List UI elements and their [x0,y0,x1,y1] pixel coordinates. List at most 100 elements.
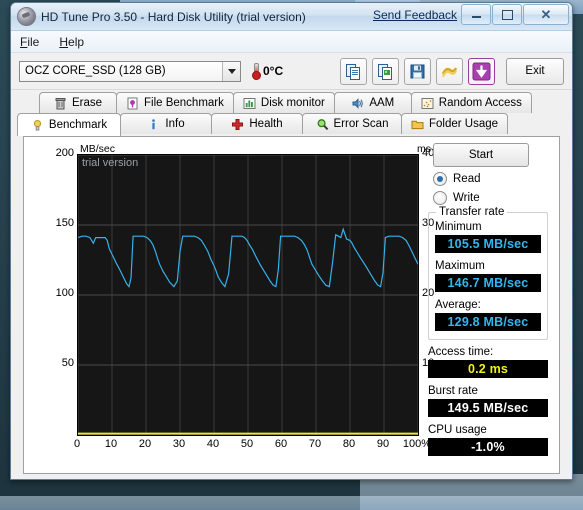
chart-xtick: 30 [172,438,186,450]
chart-xtick: 70 [308,438,322,450]
transfer-rate-group: Transfer rate Minimum 105.5 MB/sec Maxim… [428,206,548,340]
radio-write-indicator [433,191,447,205]
metric-average: Average: 129.8 MB/sec [435,299,541,331]
metric-access-time-value: 0.2 ms [428,360,548,378]
bulb-icon [31,119,44,132]
metric-access-time: Access time: 0.2 ms [428,346,548,378]
metric-burst-rate: Burst rate 149.5 MB/sec [428,385,548,417]
radio-read-label: Read [453,173,481,185]
application-window: HD Tune Pro 3.50 - Hard Disk Utility (tr… [10,2,573,480]
menu-item-file[interactable]: File [20,35,39,49]
chart-xtick: 10 [104,438,118,450]
thermometer-icon [252,62,261,80]
exit-button[interactable]: Exit [506,57,564,85]
download-arrow-icon[interactable] [468,57,495,85]
save-icon[interactable] [404,57,431,85]
chart-watermark: trial version [82,157,139,169]
radio-write-label: Write [453,192,480,204]
drive-selector[interactable]: OCZ CORE_SSD (128 GB) [19,60,241,82]
toolbar: OCZ CORE_SSD (128 GB) 0°C Exit [11,53,572,90]
temperature-readout: 0°C [252,62,284,80]
tab-aam-label: AAM [369,97,395,109]
trash-icon [54,97,67,110]
radio-write[interactable]: Write [433,191,554,205]
tab-file-benchmark-label: File Benchmark [144,97,224,109]
chart-ytick-left: 100 [55,287,74,299]
chart-xtick: 40 [206,438,220,450]
cross-icon [231,118,244,131]
close-button[interactable]: ✕ [523,4,569,25]
window-title: HD Tune Pro 3.50 - Hard Disk Utility (tr… [41,9,306,24]
metric-maximum-label: Maximum [435,260,485,272]
metric-minimum: Minimum 105.5 MB/sec [435,221,541,253]
radio-read[interactable]: Read [433,172,554,186]
maximize-button[interactable] [492,4,522,25]
tab-bars: Erase File Benchmark Disk monitor AAM Ra… [11,90,572,474]
chart-xtick: 0 [73,438,81,450]
transfer-rate-title: Transfer rate [436,206,508,218]
chart-xtick: 60 [274,438,288,450]
folder-cable-icon[interactable] [436,57,463,85]
bar-chart-icon [243,97,256,110]
metric-cpu-usage-value: -1.0% [428,438,548,456]
drive-selector-label: OCZ CORE_SSD (128 GB) [25,65,166,77]
send-feedback-link[interactable]: Send Feedback [373,8,457,22]
tab-file-benchmark[interactable]: File Benchmark [116,92,234,113]
chart-xtick: 20 [138,438,152,450]
info-icon [147,118,160,131]
copy-image-icon[interactable] [372,57,399,85]
chart-plot-area: trial version [77,154,419,436]
chart-ytick-left: 150 [55,217,74,229]
tab-disk-monitor-label: Disk monitor [260,97,325,109]
tab-random-access[interactable]: Random Access [410,92,532,113]
metric-average-value: 129.8 MB/sec [435,313,541,331]
tab-info[interactable]: Info [120,113,212,134]
app-icon [17,7,36,26]
toolbar-buttons: Exit [340,57,564,85]
tab-benchmark[interactable]: Benchmark [17,113,121,136]
tab-health-label: Health [249,118,283,130]
chart-svg [77,154,419,435]
metric-average-label: Average: [435,299,481,311]
metric-minimum-value: 105.5 MB/sec [435,235,541,253]
tab-erase[interactable]: Erase [39,92,117,113]
chart-ytick-left: 200 [55,147,74,159]
tab-row-bottom: Benchmark Info Health Error Scan Folder … [17,113,566,136]
outer-metrics: Access time: 0.2 ms Burst rate 149.5 MB/… [428,346,548,456]
metric-access-time-label: Access time: [428,346,494,358]
chart-ytick-left: 50 [61,357,74,369]
metric-minimum-label: Minimum [435,221,482,233]
tab-erase-label: Erase [71,97,103,109]
start-button[interactable]: Start [433,143,529,167]
metric-burst-rate-label: Burst rate [428,385,478,397]
tab-folder-usage-label: Folder Usage [429,118,499,130]
title-bar: HD Tune Pro 3.50 - Hard Disk Utility (tr… [11,3,572,31]
speaker-icon [351,97,364,110]
chart-xtick: 90 [376,438,390,450]
chart-xtick: 80 [342,438,356,450]
temperature-value: 0°C [263,64,284,78]
chart-xtick: 50 [240,438,254,450]
tab-disk-monitor[interactable]: Disk monitor [232,92,335,113]
tab-error-scan[interactable]: Error Scan [302,113,402,134]
tab-random-access-label: Random Access [438,97,522,109]
radio-read-indicator [433,172,447,186]
menu-bar: File Help [11,31,572,53]
benchmark-controls: Start Read Write Transfer rate Minimum 1… [422,143,554,463]
metric-maximum-value: 146.7 MB/sec [435,274,541,292]
minimize-button[interactable] [461,4,491,25]
tab-health[interactable]: Health [211,113,303,134]
menu-item-help[interactable]: Help [59,35,84,49]
tab-info-label: Info [165,118,185,130]
metric-burst-rate-value: 149.5 MB/sec [428,399,548,417]
copy-icon[interactable] [340,57,367,85]
tab-folder-usage[interactable]: Folder Usage [401,113,509,134]
tab-aam[interactable]: AAM [333,92,412,113]
chevron-down-icon [222,61,240,81]
metric-cpu-usage-label: CPU usage [428,424,487,436]
file-benchmark-icon [126,97,139,110]
benchmark-panel: MB/sec ms 20015010050 40302010 010203040… [23,136,560,474]
metric-maximum: Maximum 146.7 MB/sec [435,260,541,292]
metric-cpu-usage: CPU usage -1.0% [428,424,548,456]
desktop-taskbar [0,496,583,510]
